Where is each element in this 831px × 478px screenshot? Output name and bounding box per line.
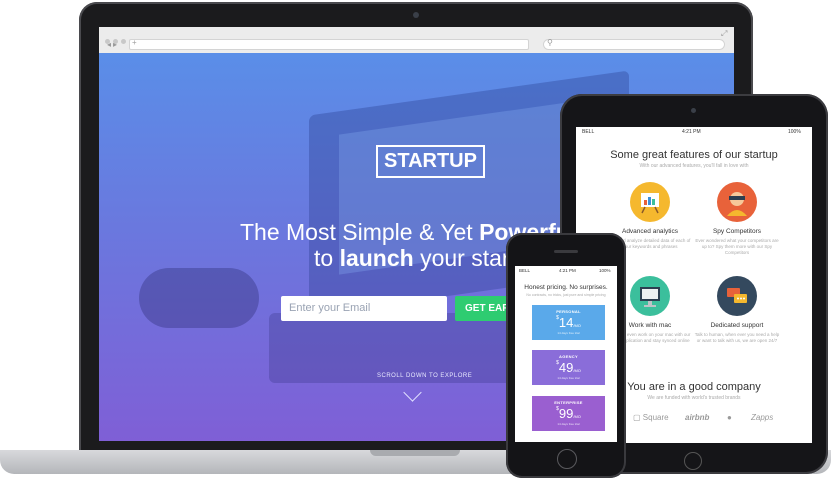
price-unit: /MO <box>573 414 581 419</box>
airbnb-logo: airbnb <box>685 413 710 422</box>
feature-dedicated-support: Dedicated support Talk to human, when ev… <box>693 276 781 344</box>
chevron-down-icon[interactable] <box>403 383 422 402</box>
window-controls[interactable] <box>105 31 139 44</box>
headline-emphasis: launch <box>339 245 414 271</box>
plan-name: ENTERPRISE <box>554 400 583 405</box>
monitor-icon <box>630 276 670 316</box>
plan-price: $99/MO <box>532 406 605 421</box>
phone-home-button[interactable] <box>557 449 577 469</box>
search-icon: ⚲ <box>547 38 553 47</box>
phone-status-bar: BELL 4:21 PM 100% <box>515 266 617 274</box>
features-subtitle: With our advanced features, you'll fall … <box>639 163 749 169</box>
price-value: 49 <box>558 360 574 375</box>
feature-title: Spy Competitors <box>712 228 762 235</box>
pricing-title: Honest pricing. No surprises. <box>524 284 608 291</box>
features-title: Some great features of our startup <box>610 149 778 161</box>
plan-note: 14 days free trial <box>557 422 580 426</box>
battery-label: 100% <box>599 268 611 273</box>
feature-text: Ever wondered what your competitors are … <box>695 238 779 255</box>
scroll-hint[interactable]: SCROLL DOWN TO EXPLORE <box>377 373 472 379</box>
price-unit: /MO <box>573 323 581 328</box>
hero-background-headphones <box>139 268 259 328</box>
plan-personal[interactable]: PERSONAL $14/MO 14 days free trial <box>532 305 605 340</box>
headline-text: The Most Simple & Yet <box>240 219 480 245</box>
partner-logos: ▢ Square airbnb ● Zapps <box>633 410 803 426</box>
pricing-subtitle: No contracts, no tricks, just pure and s… <box>526 293 606 297</box>
plus-icon[interactable]: + <box>132 38 137 47</box>
badge-logo-icon: ● <box>727 413 732 422</box>
zapps-logo: Zapps <box>751 413 774 422</box>
email-placeholder: Enter your Email <box>289 302 371 314</box>
plan-agency[interactable]: AGENCY $49/MO 14 days free trial <box>532 350 605 385</box>
carrier-label: BELL <box>582 129 595 135</box>
plan-name: AGENCY <box>559 354 578 359</box>
back-arrow-icon[interactable]: ◂▸ <box>107 40 119 49</box>
spy-person-icon <box>717 182 757 222</box>
address-bar[interactable] <box>129 39 529 50</box>
phone-speaker <box>554 250 578 253</box>
email-field[interactable]: Enter your Email <box>281 296 447 321</box>
phone-screen: BELL 4:21 PM 100% Honest pricing. No sur… <box>515 266 617 442</box>
price-value: 14 <box>558 315 574 330</box>
carrier-label: BELL <box>519 268 531 273</box>
clock: 4:21 PM <box>559 268 576 273</box>
plan-enterprise[interactable]: ENTERPRISE $99/MO 14 days free trial <box>532 396 605 431</box>
fullscreen-icon[interactable]: ⤢ <box>721 29 727 39</box>
startup-logo[interactable]: STARTUP <box>376 145 485 178</box>
laptop-base-notch <box>370 450 460 456</box>
price-unit: /MO <box>573 368 581 373</box>
tablet-camera <box>691 108 696 113</box>
chat-bubbles-icon <box>717 276 757 316</box>
laptop-camera <box>413 12 419 18</box>
analytics-chart-icon <box>630 182 670 222</box>
feature-spy-competitors: Spy Competitors Ever wondered what your … <box>693 182 781 256</box>
feature-text: Talk to human, when ever you need a help… <box>694 332 780 343</box>
tablet-home-button[interactable] <box>684 452 702 470</box>
battery-label: 100% <box>788 129 801 135</box>
logo-text: Square <box>642 413 669 422</box>
feature-title: Advanced analytics <box>621 228 678 235</box>
plan-price: $49/MO <box>532 360 605 375</box>
feature-title: Dedicated support <box>710 322 764 329</box>
plan-price: $14/MO <box>532 315 605 330</box>
browser-toolbar: ◂▸ + ⚲ ⤢ <box>99 27 734 54</box>
clock: 4:21 PM <box>682 129 701 135</box>
tablet-status-bar: BELL 4:21 PM 100% <box>576 127 812 137</box>
plan-note: 14 days free trial <box>557 376 580 380</box>
browser-search-field[interactable] <box>543 39 725 50</box>
price-value: 99 <box>558 406 574 421</box>
headline-text: to <box>314 245 340 271</box>
plan-note: 14 days free trial <box>557 331 580 335</box>
plan-name: PERSONAL <box>556 309 581 314</box>
square-logo: ▢ Square <box>633 413 669 422</box>
